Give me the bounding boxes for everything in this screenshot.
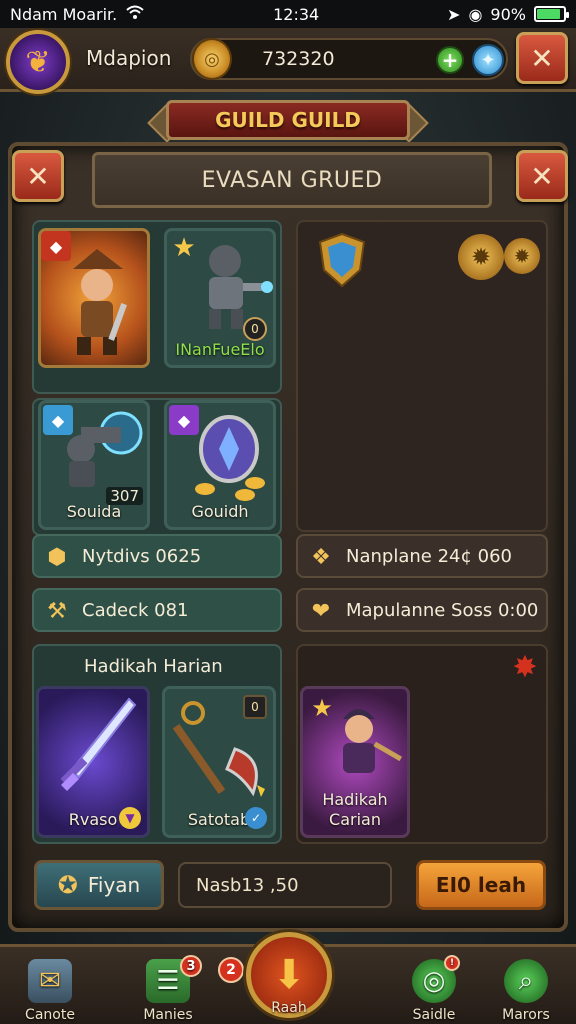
add-gold-button[interactable]: + xyxy=(436,46,464,74)
hero-card-warrior[interactable]: ◆ xyxy=(38,228,150,368)
player-name: Mdapion xyxy=(86,46,172,70)
guild-panel: ✕ EVASAN GRUED ✕ ◆ ★ 0 INanFueElo ◆ 307 … xyxy=(8,142,568,932)
section-title: Hadikah Harian xyxy=(84,656,223,677)
wing-icon: ❖ xyxy=(311,544,331,570)
level-badge: 0 xyxy=(243,695,267,719)
stat-members[interactable]: ⬢ Nytdivs 0625 xyxy=(32,534,282,578)
battery-icon xyxy=(533,6,569,22)
confirm-button[interactable]: EI0 leah xyxy=(416,860,546,910)
hero-card-featured[interactable]: ★ Hadikah Carian xyxy=(300,686,410,838)
item-card-sword[interactable]: Rvaso ▼ xyxy=(36,686,150,838)
center-nav-label: Raah xyxy=(271,1000,307,1016)
notification-badge: 2 xyxy=(218,957,244,983)
close-icon: ✕ xyxy=(530,41,554,75)
wifi-icon xyxy=(125,4,145,24)
rarity-icon: ▼ xyxy=(119,807,141,829)
blue-gem-icon: ◆ xyxy=(43,405,73,435)
arrow-down-icon: ⬇ xyxy=(272,952,306,998)
hammer-icon: ⚒ xyxy=(47,598,67,624)
settings-gear-icon[interactable]: ✹ xyxy=(458,234,504,280)
item-name: Gouidh xyxy=(191,502,249,521)
gold-counter: ◎ 732320 + ✦ xyxy=(190,38,508,80)
nav-item-canote[interactable]: ✉ Canote xyxy=(2,951,98,1024)
stat-label: Nytdivs 0625 xyxy=(82,545,202,567)
star-icon: ★ xyxy=(311,694,333,722)
nav-label: Marors xyxy=(502,1007,550,1023)
top-bar: ❦ Mdapion ◎ 732320 + ✦ ✕ xyxy=(0,28,576,94)
search-icon: ⌕ xyxy=(504,959,548,1003)
stat-label: Cadeck 081 xyxy=(82,599,189,621)
star-icon: ★ xyxy=(172,233,196,263)
nav-label: Manies xyxy=(143,1007,193,1023)
nav-item-manies[interactable]: ☰ Manies 3 xyxy=(120,951,216,1024)
guild-search-input[interactable]: Nasb13 ,50 xyxy=(178,862,392,908)
close-button[interactable]: ✕ xyxy=(516,32,568,84)
featured-name-line1: Hadikah xyxy=(322,790,388,809)
notification-badge: 3 xyxy=(180,955,202,977)
hero-name: Souida xyxy=(66,502,122,521)
fiyan-button[interactable]: ✪ Fiyan xyxy=(34,860,164,910)
guild-emblem-area: ✹ ✹ xyxy=(296,220,548,532)
close-icon: ✕ xyxy=(26,159,50,193)
purple-gem-icon: ◆ xyxy=(169,405,199,435)
stat-map[interactable]: ❤ Mapulanne Soss 0:00 xyxy=(296,588,548,632)
gold-value: 732320 xyxy=(262,48,335,70)
sword-portrait xyxy=(60,697,137,791)
panel-close-right-button[interactable]: ✕ xyxy=(516,150,568,202)
player-avatar[interactable]: ❦ xyxy=(6,30,70,94)
stat-check[interactable]: ⚒ Cadeck 081 xyxy=(32,588,282,632)
check-badge-icon: ✓ xyxy=(245,807,267,829)
coin-icon: ◎ xyxy=(192,38,232,80)
stat-plan[interactable]: ❖ Nanplane 24¢ 060 xyxy=(296,534,548,578)
gem-icon[interactable]: ✦ xyxy=(472,44,504,76)
panel-close-left-button[interactable]: ✕ xyxy=(12,150,64,202)
close-icon: ✕ xyxy=(530,159,554,193)
clock: 12:34 xyxy=(273,4,320,24)
heart-badge-icon: ❤ xyxy=(311,598,331,624)
cube-icon: ⬢ xyxy=(47,544,67,570)
alert-dot: ! xyxy=(444,955,460,971)
carrier-label: Ndam Moarir. xyxy=(10,4,118,24)
nav-item-marors[interactable]: ⌕ Marors xyxy=(478,951,574,1024)
item-card-shield[interactable]: ◆ Gouidh xyxy=(164,400,276,530)
gear-icon[interactable]: ✹ xyxy=(504,238,540,274)
item-card-axe[interactable]: 0 Satotab ✓ xyxy=(162,686,276,838)
status-bar: Ndam Moarir. 12:34 ➤ ◉ 90% xyxy=(0,0,576,28)
puzzle-icon: ✪ xyxy=(57,871,78,899)
red-star-icon: ✸ xyxy=(512,649,538,685)
fiyan-label: Fiyan xyxy=(87,873,141,897)
nav-label: Canote xyxy=(25,1007,75,1023)
crest-icon: ❦ xyxy=(25,44,51,80)
hero-name: INanFueElo xyxy=(175,340,265,359)
panel-title: EVASAN GRUED xyxy=(92,152,492,208)
stat-label: Mapulanne Soss 0:00 xyxy=(346,599,539,621)
nav-item-saidle[interactable]: ◎ Saidle ! xyxy=(386,951,482,1024)
mail-icon: ✉ xyxy=(28,959,72,1003)
featured-name-line2: Carian xyxy=(329,810,381,829)
battery-percent: 90% xyxy=(490,4,526,24)
rank-flag-icon: ◆ xyxy=(41,231,71,261)
stat-label: Nanplane 24¢ 060 xyxy=(346,545,512,567)
alarm-icon: ◉ xyxy=(468,4,483,24)
location-icon: ➤ xyxy=(447,4,461,24)
level-badge: 0 xyxy=(243,317,267,341)
hero-card-knight[interactable]: ★ 0 INanFueElo xyxy=(164,228,276,368)
guild-banner: GUILD GUILD xyxy=(166,100,410,140)
hero-card-cannoneer[interactable]: ◆ 307 Souida xyxy=(38,400,150,530)
guild-shield-icon xyxy=(318,232,366,288)
nav-label: Saidle xyxy=(412,1007,456,1023)
